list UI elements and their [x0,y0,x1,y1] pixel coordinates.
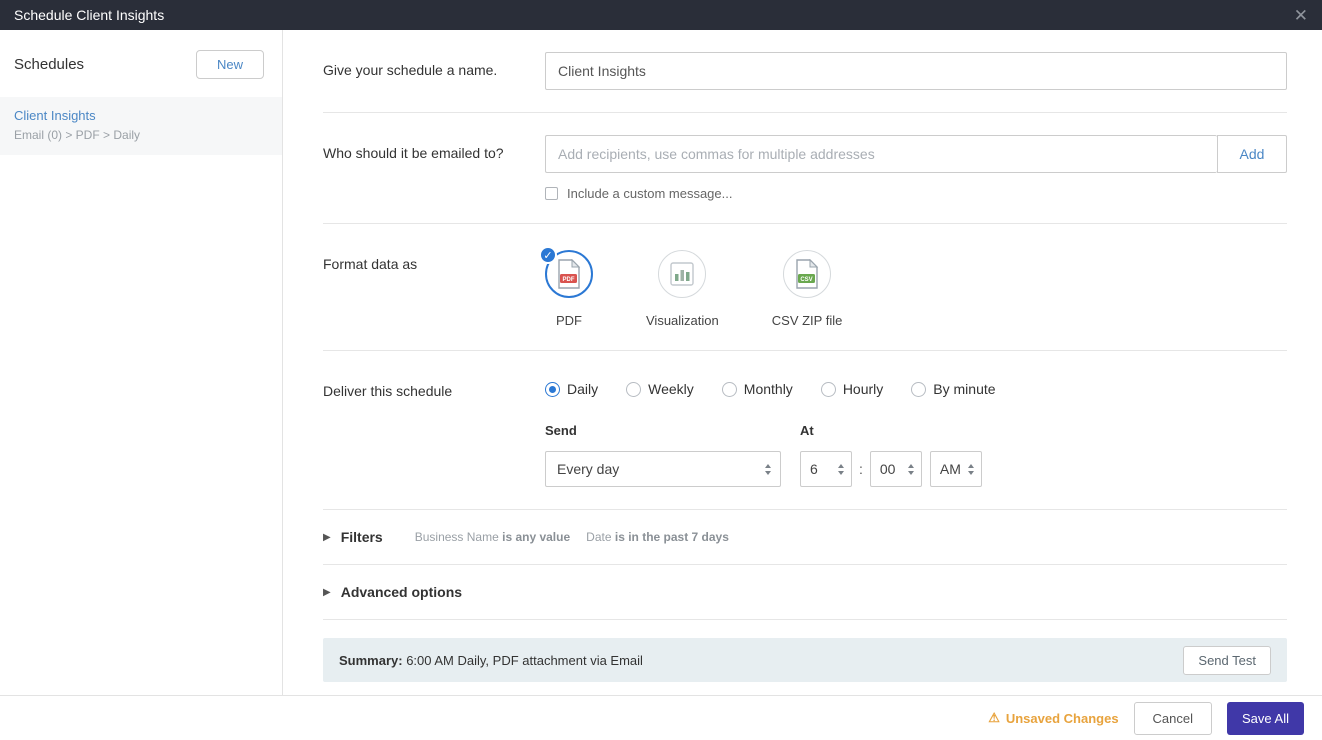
send-interval-select[interactable]: Every day [545,451,781,487]
schedule-form: Give your schedule a name. Who should it… [283,30,1322,695]
bar-chart-icon [670,262,695,286]
radio-icon[interactable] [820,381,836,397]
filters-section[interactable]: ▶ Filters Business Name is any value Dat… [323,510,1287,564]
deliver-label: Deliver this schedule [323,383,453,399]
filter-item: Business Name is any value [414,530,571,544]
radio-by-minute[interactable]: By minute [911,381,996,397]
advanced-options-section[interactable]: ▶ Advanced options [323,565,1287,619]
name-section: Give your schedule a name. [323,30,1287,112]
modal-header: Schedule Client Insights ✕ [0,0,1322,30]
filters-expand-icon[interactable]: ▶ [323,532,331,543]
advanced-expand-icon[interactable]: ▶ [323,587,331,598]
time-separator: : [859,461,863,477]
email-section: Who should it be emailed to? Add Include… [323,113,1287,223]
format-option-pdf[interactable]: ✓ PDF PDF [539,246,593,328]
meridiem-select[interactable]: AM [929,451,982,487]
new-schedule-button[interactable]: New [195,50,264,79]
format-label: Format data as [323,256,418,272]
format-option-label: PDF [556,313,582,328]
save-all-button[interactable]: Save All [1227,701,1304,735]
send-test-button[interactable]: Send Test [1183,645,1271,675]
radio-icon[interactable] [721,381,737,397]
select-arrows-icon [765,463,771,475]
summary-text: Summary: 6:00 AM Daily, PDF attachment v… [339,652,643,668]
radio-icon[interactable] [545,381,560,397]
svg-text:CSV: CSV [800,277,812,283]
custom-message-checkbox[interactable] [545,187,558,200]
advanced-options-title[interactable]: Advanced options [341,584,462,600]
radio-hourly[interactable]: Hourly [820,381,883,397]
schedules-sidebar: Schedules New Client Insights Email (0) … [0,30,283,695]
modal-title: Schedule Client Insights [14,7,165,23]
schedule-list-item[interactable]: Client Insights Email (0) > PDF > Daily [0,97,282,155]
modal-body: Schedules New Client Insights Email (0) … [0,30,1322,695]
deliver-section: Deliver this schedule Daily Weekly Month… [323,351,1287,509]
schedules-heading: Schedules [14,56,85,73]
unsaved-changes-badge: ⚠ Unsaved Changes [988,710,1119,726]
schedule-name-input[interactable] [545,52,1287,90]
radio-monthly[interactable]: Monthly [721,381,793,397]
format-option-visualization[interactable]: Visualization [646,250,719,328]
select-arrows-icon [967,463,974,475]
summary-bar: Summary: 6:00 AM Daily, PDF attachment v… [323,638,1287,682]
selected-check-icon: ✓ [539,246,557,264]
modal-footer: ⚠ Unsaved Changes Cancel Save All [0,695,1322,740]
name-label: Give your schedule a name. [323,62,498,78]
summary-prefix: Summary: [339,652,403,668]
minute-select[interactable]: 00 [869,451,922,487]
format-option-label: Visualization [646,313,719,328]
select-arrows-icon [907,463,914,475]
sidebar-header: Schedules New [0,30,282,97]
recipients-input[interactable] [545,135,1217,173]
email-label: Who should it be emailed to? [323,145,504,161]
filters-summary: Business Name is any value Date is in th… [415,530,729,544]
warning-icon: ⚠ [988,710,1000,725]
divider [323,619,1287,620]
select-arrows-icon [838,463,844,475]
radio-weekly[interactable]: Weekly [626,381,694,397]
schedule-item-name[interactable]: Client Insights [14,108,268,123]
custom-message-label[interactable]: Include a custom message... [567,186,732,201]
format-option-label: CSV ZIP file [771,313,843,328]
filters-title[interactable]: Filters [341,529,383,545]
csv-document-icon: CSV [796,259,819,289]
add-recipient-button[interactable]: Add [1217,135,1287,173]
close-icon[interactable]: ✕ [1294,7,1308,24]
format-option-csv-zip[interactable]: CSV CSV ZIP file [771,250,843,328]
at-label: At [800,423,814,438]
schedule-item-detail: Email (0) > PDF > Daily [14,128,141,142]
pdf-document-icon: PDF [558,259,581,289]
cancel-button[interactable]: Cancel [1133,701,1213,735]
frequency-radio-group: Daily Weekly Monthly Hourly By minute [545,373,1287,397]
filter-item: Date is in the past 7 days [586,530,729,544]
radio-daily[interactable]: Daily [545,381,598,397]
radio-icon[interactable] [911,381,927,397]
svg-text:PDF: PDF [563,277,575,283]
format-section: Format data as ✓ PDF PDF Visualization C… [323,224,1287,350]
send-label: Send [545,423,577,438]
hour-select[interactable]: 6 [800,451,852,487]
radio-icon[interactable] [626,381,642,397]
